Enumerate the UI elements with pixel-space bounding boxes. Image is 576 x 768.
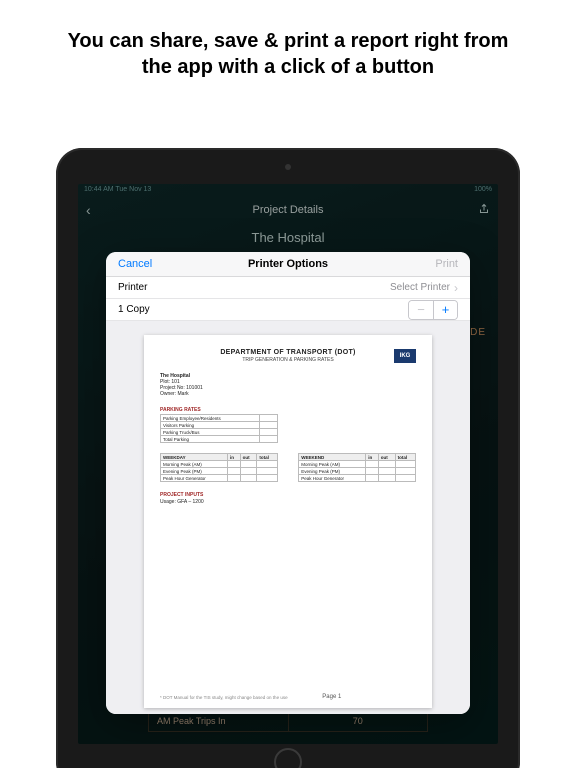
home-button[interactable]	[274, 748, 302, 768]
weekend-table: WEEKENDinouttotal Morning Peak (AM) Even…	[298, 453, 416, 482]
page-indicator: Page 1	[322, 694, 341, 700]
chevron-right-icon: ›	[454, 281, 458, 295]
modal-title: Printer Options	[106, 258, 470, 270]
copies-row: 1 Copy − +	[106, 299, 470, 321]
page-title: Project Details	[78, 204, 498, 216]
report-logo: IKG	[394, 349, 416, 363]
report-subtitle: TRIP GENERATION & PARKING RATES	[160, 357, 416, 363]
promo-headline: You can share, save & print a report rig…	[0, 28, 576, 80]
print-button: Print	[435, 258, 458, 270]
copies-decrement: −	[409, 301, 433, 319]
print-preview-area[interactable]: IKG DEPARTMENT OF TRANSPORT (DOT) TRIP G…	[106, 321, 470, 714]
printer-row[interactable]: Printer Select Printer ›	[106, 277, 470, 299]
report-page-preview[interactable]: IKG DEPARTMENT OF TRANSPORT (DOT) TRIP G…	[144, 335, 432, 708]
nav-bar: ‹ Project Details	[78, 198, 498, 222]
cancel-button[interactable]: Cancel	[118, 258, 152, 270]
printer-value: Select Printer	[390, 282, 450, 293]
tablet-frame: 10:44 AM Tue Nov 13100% ‹ Project Detail…	[56, 148, 520, 768]
copies-increment[interactable]: +	[433, 301, 457, 319]
tablet-screen: 10:44 AM Tue Nov 13100% ‹ Project Detail…	[78, 184, 498, 744]
report-title: DEPARTMENT OF TRANSPORT (DOT)	[160, 349, 416, 356]
copies-label: 1 Copy	[118, 304, 150, 315]
weekday-table: WEEKDAYinouttotal Morning Peak (AM) Even…	[160, 453, 278, 482]
copies-stepper: − +	[408, 300, 458, 320]
printer-label: Printer	[118, 282, 147, 293]
parking-rates-table: Parking Employee/Residents Visitors Park…	[160, 414, 278, 443]
printer-options-modal: Cancel Printer Options Print Printer Sel…	[106, 252, 470, 714]
project-name-bg: The Hospital	[78, 230, 498, 245]
